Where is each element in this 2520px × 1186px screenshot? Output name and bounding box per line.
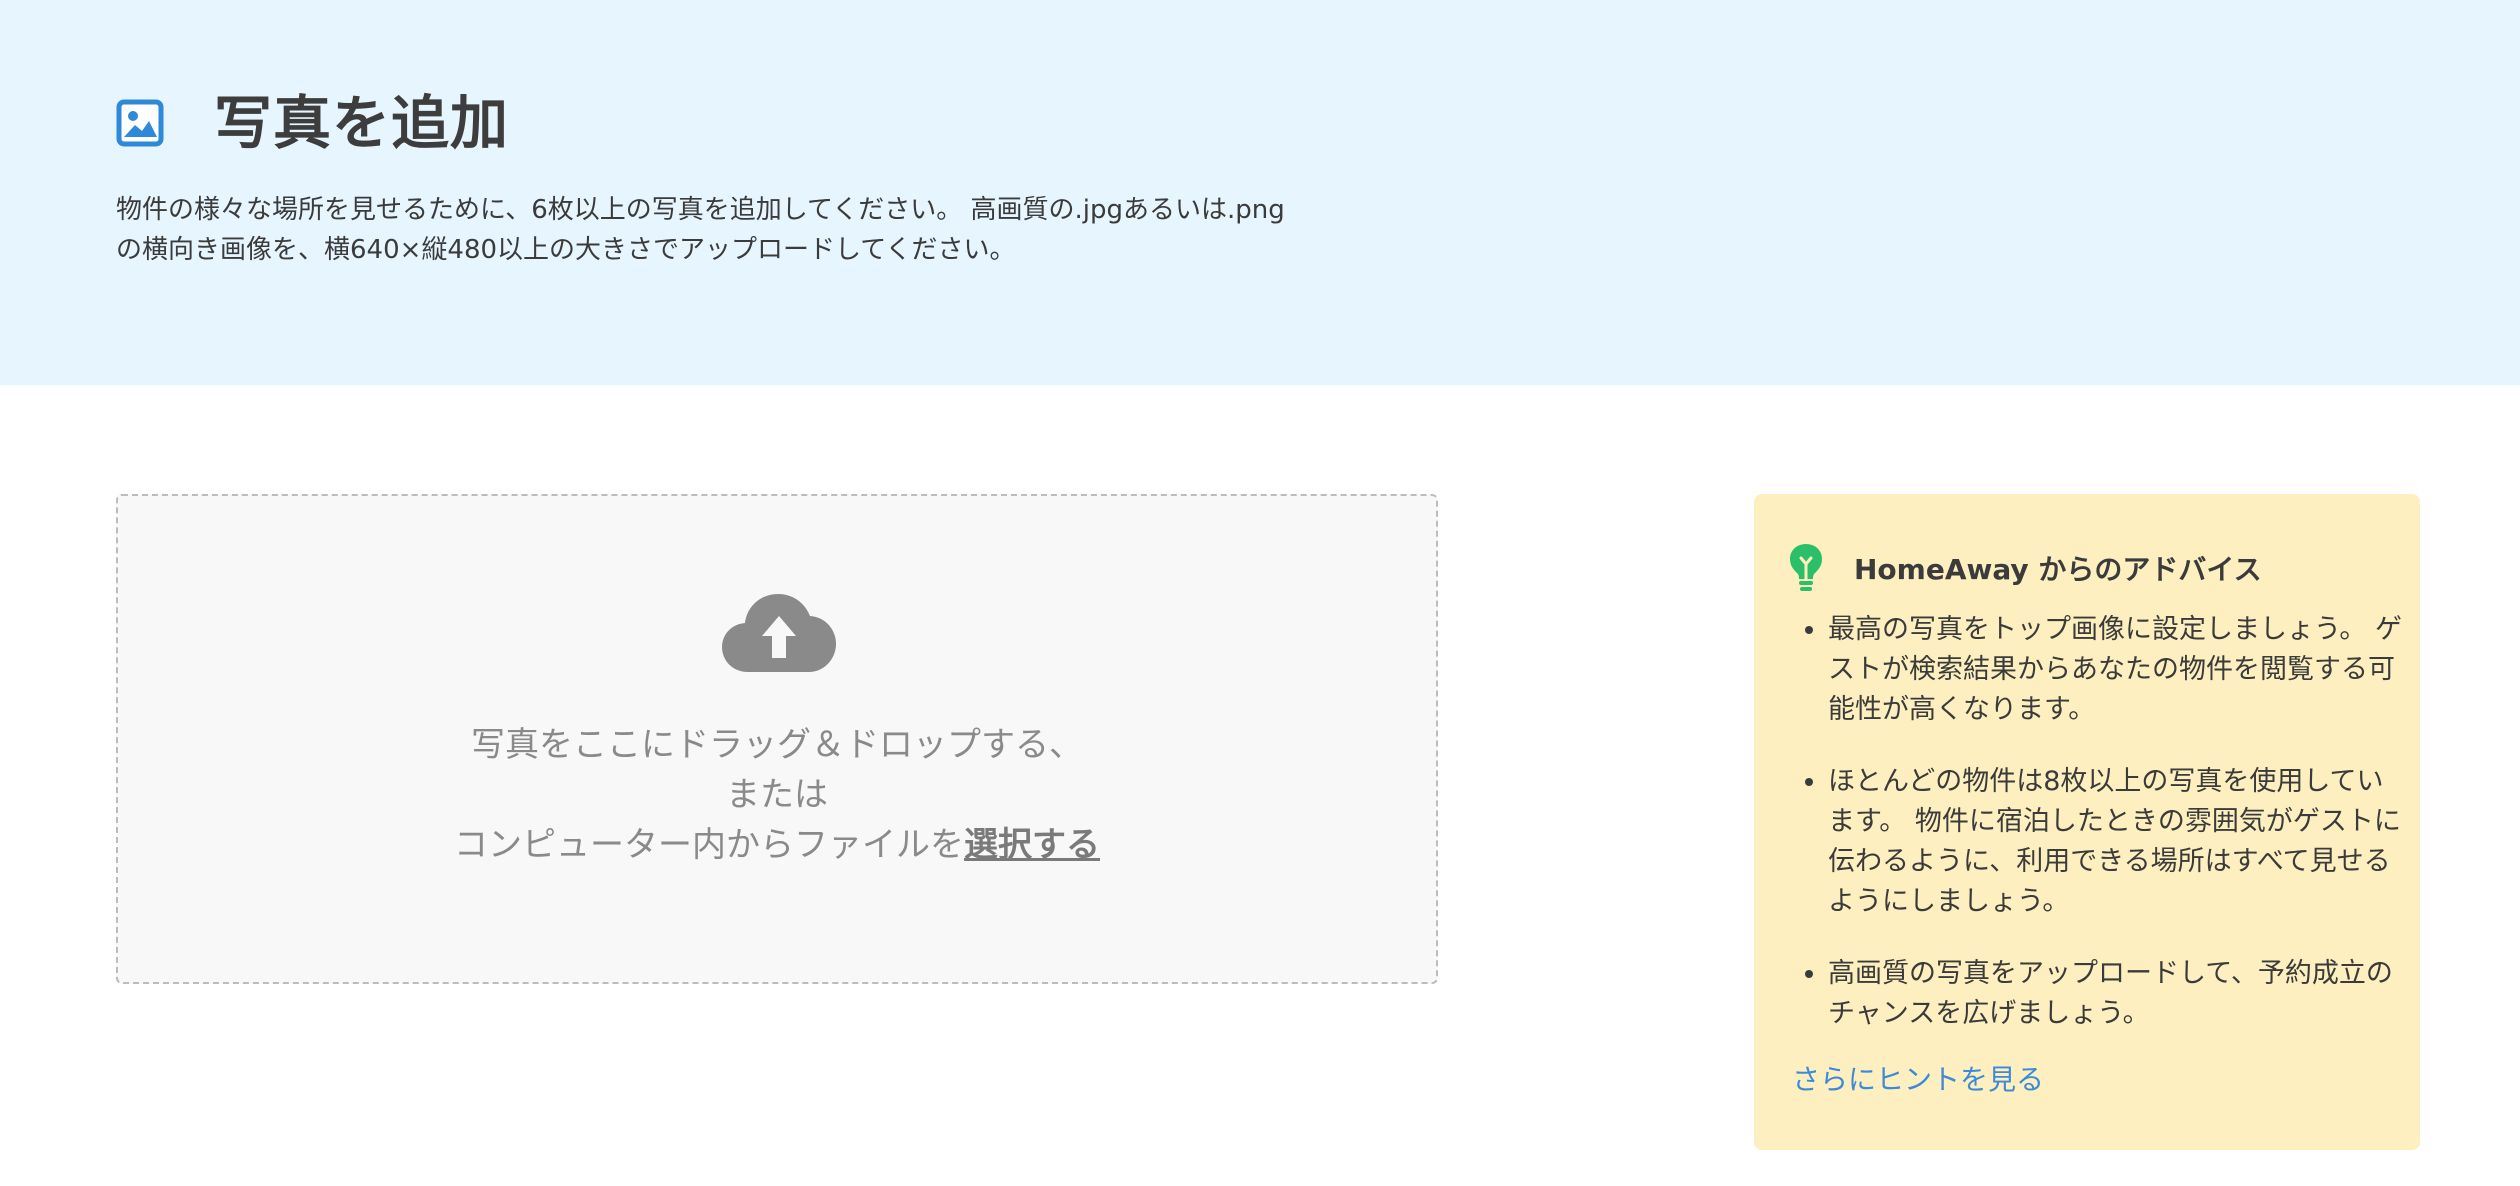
dropzone-instructions: 写真をここにドラッグ＆ドロップする、 または コンピューター内からファイルを選択… bbox=[118, 720, 1436, 870]
advice-header: HomeAway からのアドバイス bbox=[1788, 542, 2262, 594]
dropzone-line-or: または bbox=[726, 775, 828, 815]
photo-dropzone[interactable]: 写真をここにドラッグ＆ドロップする、 または コンピューター内からファイルを選択… bbox=[116, 494, 1438, 984]
advice-item: 高画質の写真をアップロードして、予約成立のチャンスを広げましょう。 bbox=[1828, 954, 2408, 1034]
dropzone-line-drag: 写真をここにドラッグ＆ドロップする、 bbox=[471, 725, 1083, 765]
lightbulb-icon bbox=[1790, 544, 1822, 591]
advice-title: HomeAway からのアドバイス bbox=[1854, 553, 2262, 586]
advice-item: 最高の写真をトップ画像に設定しましょう。 ゲストが検索結果からあなたの物件を閲覧… bbox=[1828, 610, 2408, 730]
select-file-link[interactable]: 選択する bbox=[964, 825, 1100, 865]
more-hints-link[interactable]: さらにヒントを見る bbox=[1792, 1058, 2044, 1098]
page-header: 写真を追加 物件の様々な場所を見せるために、6枚以上の写真を追加してください。 … bbox=[0, 0, 2520, 385]
dropzone-line-select: コンピューター内からファイルを選択する bbox=[118, 820, 1436, 870]
advice-list: 最高の写真をトップ画像に設定しましょう。 ゲストが検索結果からあなたの物件を閲覧… bbox=[1784, 610, 2408, 1066]
cloud-upload-icon bbox=[722, 594, 836, 672]
advice-item: ほとんどの物件は8枚以上の写真を使用しています。 物件に宿泊したときの雰囲気がゲ… bbox=[1828, 762, 2408, 922]
page-title: 写真を追加 bbox=[214, 89, 510, 157]
image-icon bbox=[116, 99, 164, 147]
advice-panel: HomeAway からのアドバイス 最高の写真をトップ画像に設定しましょう。 ゲ… bbox=[1754, 494, 2420, 1150]
dropzone-select-prefix: コンピューター内からファイルを bbox=[454, 825, 964, 865]
title-row: 写真を追加 bbox=[116, 88, 509, 158]
page-description: 物件の様々な場所を見せるために、6枚以上の写真を追加してください。 高画質の.j… bbox=[116, 195, 1285, 265]
